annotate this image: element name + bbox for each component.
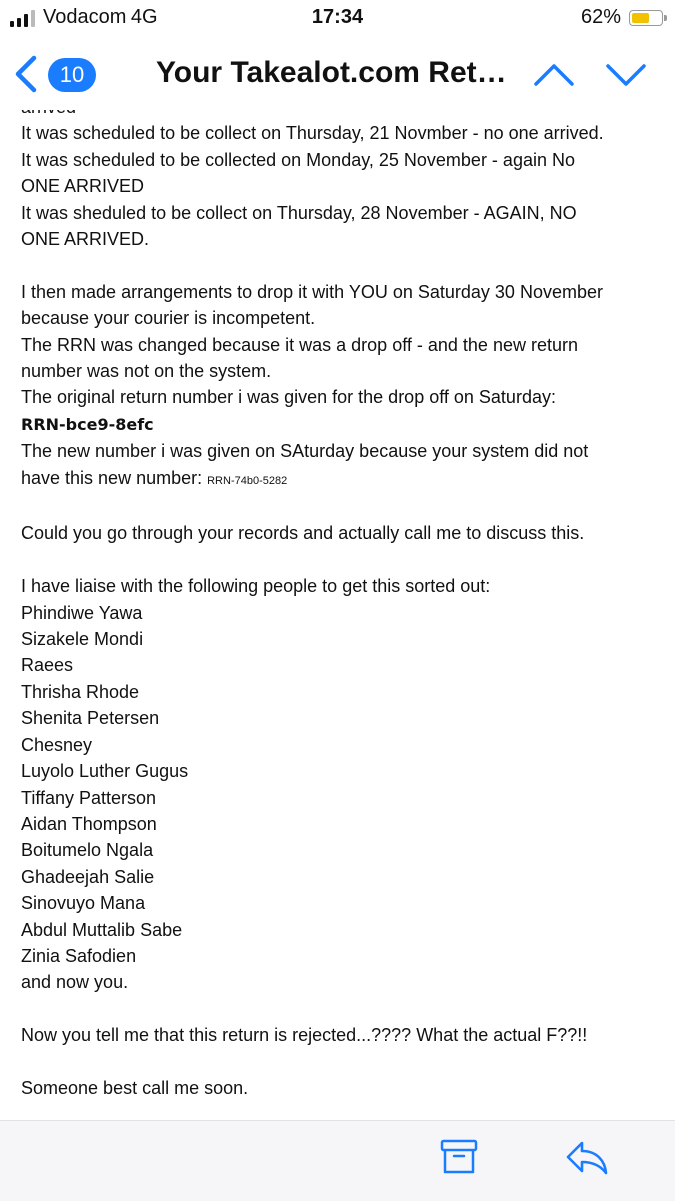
list-item: Thrisha Rhode (21, 681, 140, 702)
clock: 17:34 (311, 6, 364, 28)
bottom-toolbar (0, 1120, 675, 1201)
original-rrn: RRN-bce9-8efc (21, 414, 154, 434)
reply-icon[interactable] (564, 1137, 610, 1177)
text-line: The new number i was given on SAturday b… (21, 441, 589, 462)
text-line: have this new number: (21, 467, 208, 488)
partial-line: arrived (21, 110, 661, 120)
text-line: ONE ARRIVED (21, 176, 145, 197)
list-item: Phindiwe Yawa (21, 602, 143, 623)
text-line: It was scheduled to be collect on Thursd… (21, 123, 604, 144)
battery-icon (629, 9, 667, 26)
list-item: Zinia Safodien (21, 945, 137, 966)
text-line: It was scheduled to be collected on Mond… (21, 149, 575, 170)
unread-count-badge[interactable]: 10 (48, 58, 96, 92)
chevron-up-icon[interactable] (532, 56, 576, 94)
list-item: Tiffany Patterson (21, 787, 157, 808)
list-item: Aidan Thompson (21, 813, 157, 834)
people-intro: I have liaise with the following people … (21, 576, 491, 597)
rejection-complaint: Now you tell me that this return is reje… (21, 1025, 588, 1046)
status-bar: Vodacom 4G 17:34 62% (0, 0, 675, 38)
back-chevron-icon[interactable] (8, 54, 44, 94)
text-line: It was sheduled to be collect on Thursda… (21, 202, 577, 223)
email-subject-title: Your Takealot.com Returns (156, 56, 524, 89)
text-line: The original return number i was given f… (21, 387, 556, 408)
text-line: number was not on the system. (21, 361, 272, 382)
text-line: The RRN was changed because it was a dro… (21, 334, 578, 355)
list-item: Luyolo Luther Gugus (21, 761, 189, 782)
email-body: arrived It was scheduled to be collect o… (21, 110, 661, 1101)
navigation-bar: 10 Your Takealot.com Returns (0, 38, 675, 110)
collection-attempts: It was scheduled to be collect on Thursd… (21, 120, 661, 252)
list-item: Raees (21, 655, 74, 676)
text-line: I then made arrangements to drop it with… (21, 281, 603, 302)
email-body-viewport[interactable]: arrived It was scheduled to be collect o… (0, 110, 675, 1120)
list-item: Shenita Petersen (21, 708, 160, 729)
list-item: Boitumelo Ngala (21, 840, 154, 861)
closing-line: Someone best call me soon. (21, 1077, 249, 1098)
people-outro: and now you. (21, 972, 129, 993)
archive-icon[interactable] (440, 1137, 478, 1177)
list-item: Sinovuyo Mana (21, 893, 146, 914)
people-list: Phindiwe Yawa Sizakele Mondi Raees Thris… (21, 600, 661, 970)
chevron-down-icon[interactable] (604, 56, 648, 94)
text-line: because your courier is incompetent. (21, 308, 316, 329)
battery-percent: 62% (580, 6, 621, 28)
list-item: Abdul Muttalib Sabe (21, 919, 183, 940)
call-request: Could you go through your records and ac… (21, 523, 585, 544)
new-rrn: RRN-74b0-5282 (207, 474, 288, 487)
list-item: Ghadeejah Salie (21, 866, 155, 887)
list-item: Sizakele Mondi (21, 629, 144, 650)
text-line: ONE ARRIVED. (21, 229, 150, 250)
drop-off-paragraph: I then made arrangements to drop it with… (21, 279, 661, 494)
list-item: Chesney (21, 734, 93, 755)
